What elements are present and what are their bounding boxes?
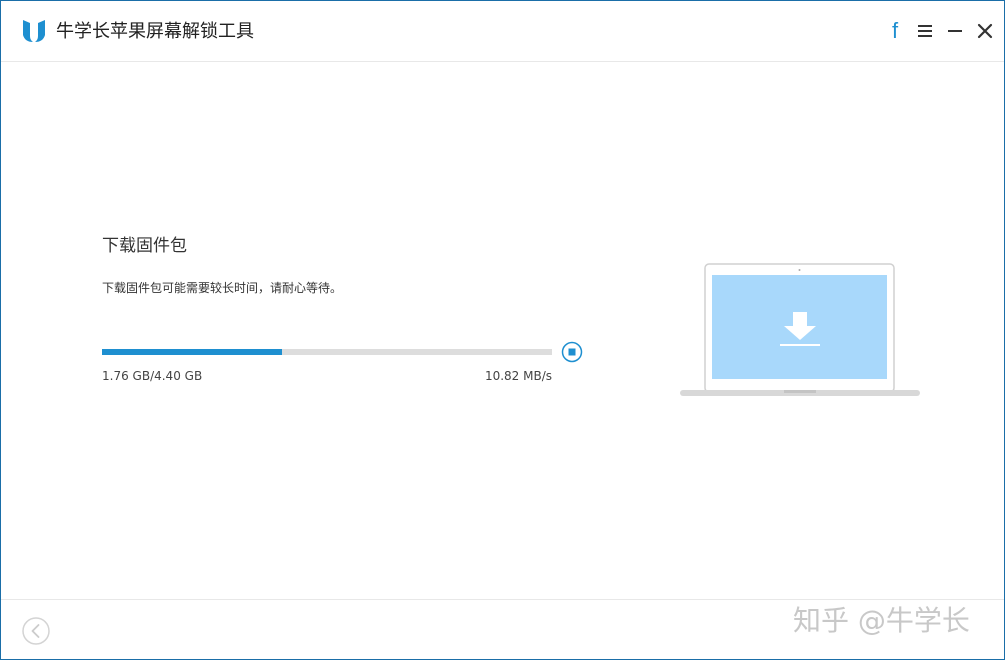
stop-icon <box>568 348 576 356</box>
stop-download-button[interactable] <box>561 341 583 363</box>
facebook-icon: f <box>891 18 899 43</box>
minimize-button[interactable] <box>943 19 967 43</box>
back-button[interactable] <box>21 616 51 646</box>
download-size: 1.76 GB/4.40 GB <box>102 369 203 383</box>
app-title: 牛学长苹果屏幕解锁工具 <box>56 21 254 42</box>
minimize-icon <box>948 30 962 32</box>
watermark: 知乎 @牛学长 <box>793 604 970 637</box>
download-progress-fill <box>102 349 282 355</box>
title-bar: 牛学长苹果屏幕解锁工具 f <box>1 1 1004 62</box>
app-logo-icon <box>23 20 45 42</box>
close-icon <box>977 23 993 39</box>
close-button[interactable] <box>973 19 997 43</box>
download-title: 下载固件包 <box>102 236 187 256</box>
download-description: 下载固件包可能需要较长时间，请耐心等待。 <box>102 281 343 295</box>
download-speed: 10.82 MB/s <box>484 369 552 383</box>
app-window: 牛学长苹果屏幕解锁工具 f 下载固件包 下载固件包可能需要较长时间，请耐心等待。 <box>0 0 1005 660</box>
download-progress-bar <box>102 349 552 355</box>
laptop-download-icon <box>680 263 920 396</box>
facebook-button[interactable]: f <box>883 19 907 43</box>
menu-button[interactable] <box>913 19 937 43</box>
menu-icon <box>918 25 932 37</box>
